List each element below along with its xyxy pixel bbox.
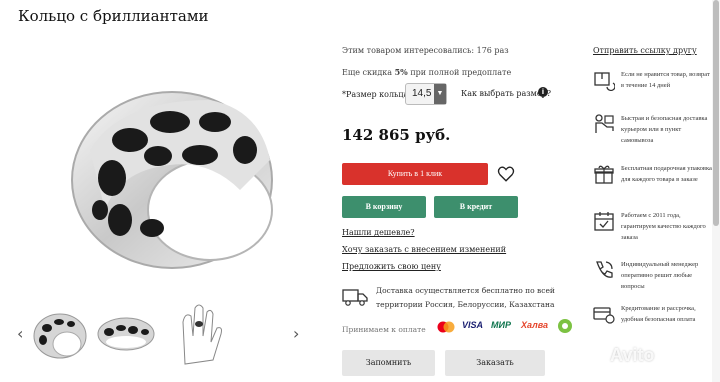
offer-price-link[interactable]: Предложить свою цену [342,262,441,271]
thumbnail-ring-front[interactable] [95,302,157,366]
found-cheaper-link[interactable]: Нашли дешевле? [342,228,415,237]
thumbnail-strip: ‹ › [15,298,305,372]
thumbnail-ring-on-hand[interactable] [165,302,227,366]
scrollbar[interactable] [712,0,720,382]
courier-icon [595,114,614,133]
size-label: *Размер кольца: [342,90,411,99]
feature-text: Индивидуальный менеджер оперативно решит… [621,261,699,290]
thumbnail-ring-angle[interactable] [29,302,91,366]
feature-text: Работаем с 2011 года, гарантируем качест… [621,212,706,241]
consultation-button[interactable]: Заказать консультацию [445,350,545,376]
chevron-left-icon[interactable]: ‹ [17,324,23,343]
delivery-truck-icon [342,289,368,306]
return-box-icon [594,72,615,91]
size-select[interactable]: 14,5 ▼ [405,83,447,105]
cashback-flower-icon [558,319,572,333]
page-title: Кольцо с бриллиантами [18,7,209,25]
favorite-heart-icon[interactable] [497,165,515,183]
mir-logo: МИР [491,320,511,330]
chevron-right-icon[interactable]: › [293,324,299,343]
avito-watermark: Avito [610,345,655,365]
main-product-image[interactable] [60,60,290,290]
delivery-info: Доставка осуществляется бесплатно по все… [376,286,555,309]
prepay-discount: Еще скидка 5% при полной предоплате [342,67,512,77]
add-to-cart-button[interactable]: В корзину [342,196,426,218]
custom-order-link[interactable]: Хочу заказать с внесением изменений [342,245,506,254]
dropdown-arrow-icon: ▼ [434,84,446,104]
feature-text: Быстрая и безопасная доставка курьером и… [621,115,708,144]
credit-card-icon [593,307,615,324]
visa-logo: VISA [462,320,484,330]
feature-text: Кредитование и рассрочка, удобная безопа… [621,305,696,323]
interest-count: Этим товаром интересовались: 176 раз [342,46,509,55]
price: 142 865 руб. [342,126,451,144]
gift-box-icon [594,165,614,184]
halva-logo: Халва [521,320,549,330]
remember-button[interactable]: Запомнить [342,350,435,376]
buy-one-click-button[interactable]: Купить в 1 клик [342,163,488,185]
phone-support-icon [596,261,613,278]
send-to-friend-link[interactable]: Отправить ссылку другу [593,46,697,55]
mastercard-icon [437,321,455,333]
scrollbar-thumb[interactable] [713,0,719,226]
payment-label: Принимаем к оплате [342,325,426,334]
feature-text: Если не нравится товар, возврат в течени… [621,71,710,89]
feature-text: Бесплатная подарочная упаковка для каждо… [621,165,712,183]
calendar-icon [594,212,614,231]
credit-button[interactable]: В кредит [434,196,518,218]
info-icon[interactable]: i [538,87,548,97]
